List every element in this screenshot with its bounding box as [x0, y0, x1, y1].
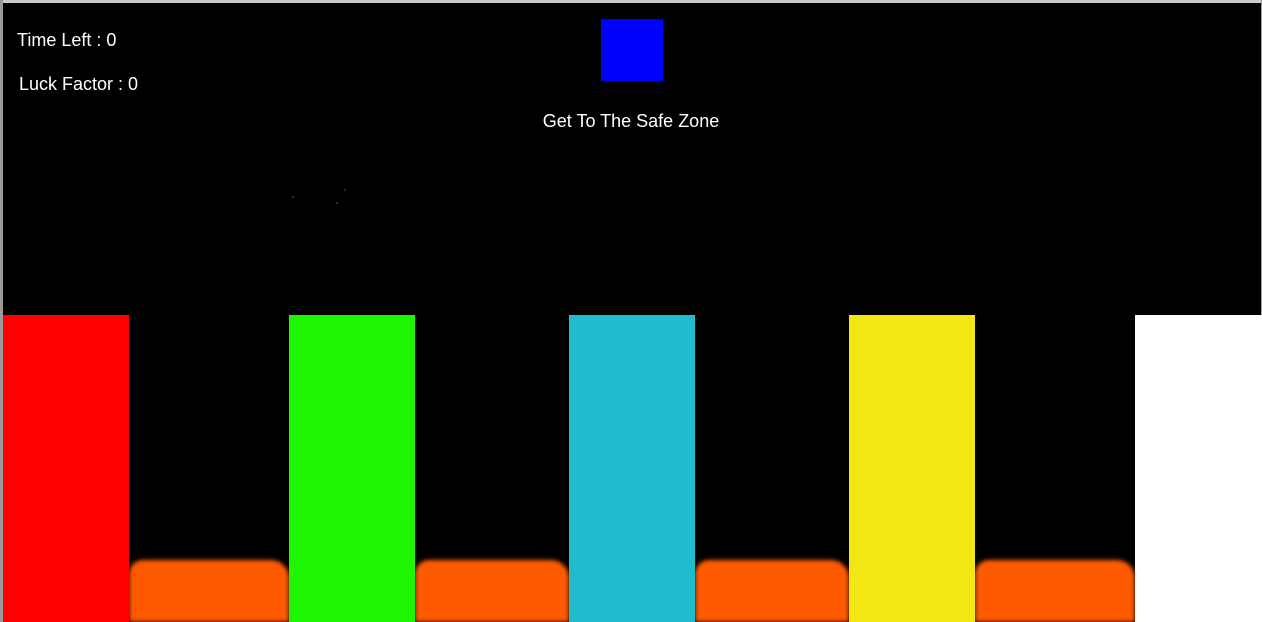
game-window: Time Left : 0 Luck Factor : 0 Get To The… [0, 0, 1262, 622]
dust-particle [336, 202, 338, 204]
lava-pit-2 [415, 560, 569, 622]
time-left-label: Time Left : 0 [17, 30, 117, 50]
dust-particle [292, 196, 294, 198]
dust-particle [344, 189, 346, 191]
lava-pit-1 [129, 560, 289, 622]
lava-pit-3 [695, 560, 849, 622]
lava-pit-4 [975, 560, 1135, 622]
pillar-red [3, 315, 129, 622]
safe-zone-pillar [1135, 315, 1262, 622]
pillar-yellow [849, 315, 975, 622]
pillar-cyan [569, 315, 695, 622]
luck-factor-label: Luck Factor : 0 [19, 74, 139, 94]
window-top-border [0, 0, 1262, 3]
player-block[interactable] [601, 19, 663, 81]
objective-text: Get To The Safe Zone [542, 111, 720, 131]
pillar-green [289, 315, 415, 622]
